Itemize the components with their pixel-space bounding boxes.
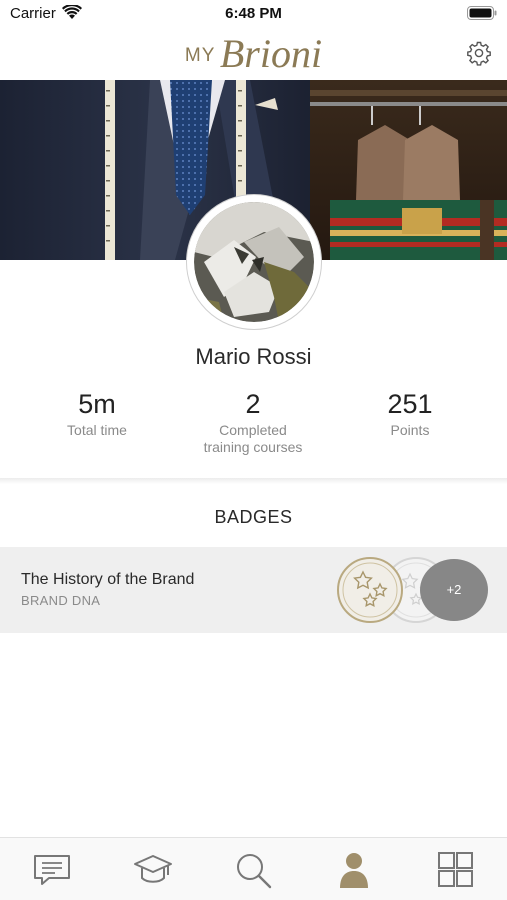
status-bar: Carrier 6:48 PM [0, 0, 507, 28]
badge-category: BRAND DNA [21, 593, 101, 608]
stat-label: Points [390, 422, 430, 438]
stat-value: 2 [245, 389, 261, 419]
clock-time: 6:48 PM [225, 5, 282, 22]
stat-total-time: 5m Total time [12, 388, 182, 439]
badge-title: The History of the Brand [21, 571, 195, 588]
stat-completed-courses: 2 Completed training courses [168, 388, 338, 456]
stat-value: 251 [387, 389, 433, 419]
battery-icon [467, 6, 497, 20]
grid-icon[interactable] [435, 850, 475, 890]
app-header: MY Brioni [0, 28, 507, 80]
logo-prefix: MY [184, 44, 216, 66]
badge-medal-icon [337, 557, 403, 623]
search-icon[interactable] [233, 850, 273, 890]
settings-gear-icon[interactable] [466, 40, 492, 66]
profile-avatar[interactable] [186, 194, 322, 330]
bottom-tab-bar [0, 837, 507, 900]
stats-row: 5m Total time 2 Completed training cours… [0, 388, 507, 468]
section-divider [0, 478, 507, 484]
badge-list-item[interactable]: The History of the Brand BRAND DNA +2 [0, 547, 507, 633]
more-badges-count[interactable]: +2 [420, 559, 488, 621]
stat-value: 5m [78, 389, 116, 419]
logo-name: Brioni [219, 31, 323, 76]
profile-name: Mario Rossi [195, 344, 312, 369]
profile-icon[interactable] [334, 850, 374, 890]
badges-section-title: BADGES [214, 507, 293, 527]
chat-icon[interactable] [32, 850, 72, 890]
stat-label: Total time [67, 422, 127, 438]
brand-logo: MY Brioni [0, 30, 507, 76]
stat-points: 251 Points [325, 388, 495, 439]
graduation-cap-icon[interactable] [133, 850, 173, 890]
stat-label: Completed training courses [203, 422, 303, 455]
